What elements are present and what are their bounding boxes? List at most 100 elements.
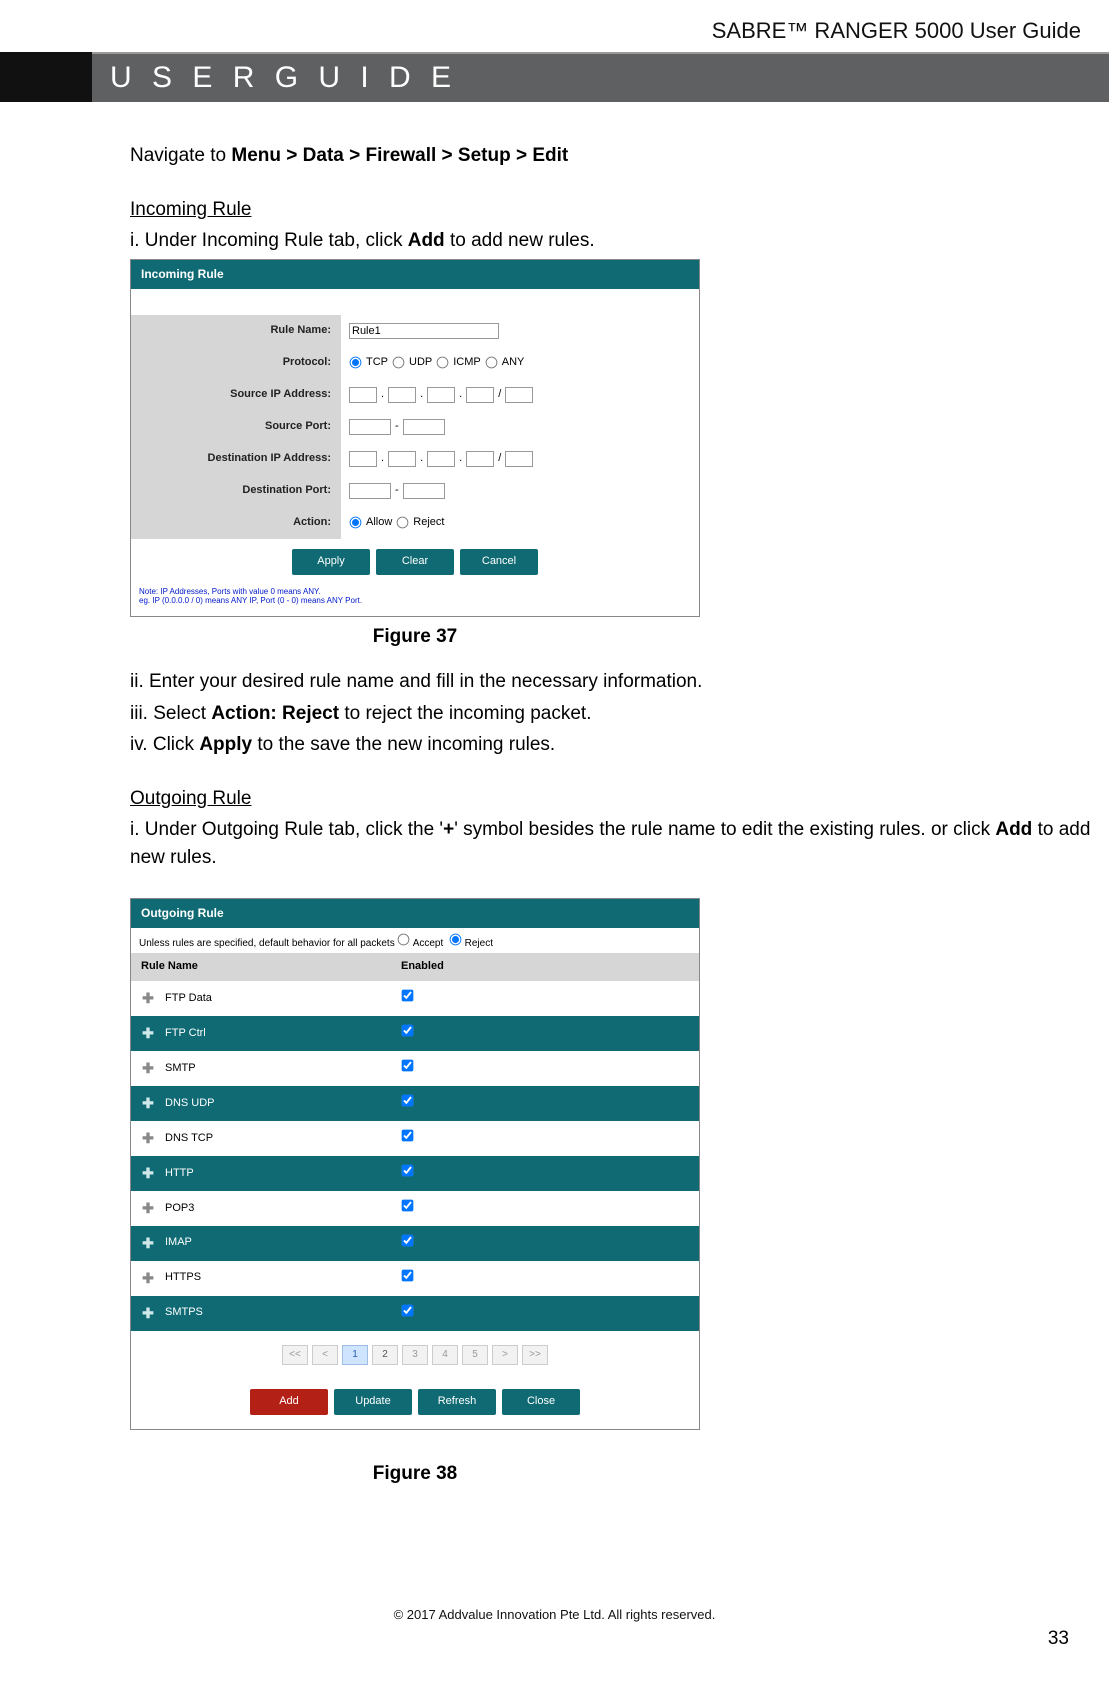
- src-ip-1[interactable]: [349, 387, 377, 403]
- pager-button[interactable]: >: [492, 1345, 518, 1365]
- incoming-step-iv: iv. Click Apply to the save the new inco…: [130, 731, 1099, 759]
- expand-icon[interactable]: ✚: [142, 1200, 154, 1216]
- default-behavior-note: Unless rules are specified, default beha…: [131, 928, 699, 954]
- incoming-step-iii: iii. Select Action: Reject to reject the…: [130, 700, 1099, 728]
- pager-button[interactable]: >>: [522, 1345, 548, 1365]
- cancel-button[interactable]: Cancel: [460, 549, 538, 575]
- banner-dark-block: [0, 52, 92, 102]
- close-button[interactable]: Close: [502, 1389, 580, 1415]
- label-src-ip: Source IP Address:: [131, 379, 341, 411]
- dst-ip-4[interactable]: [466, 451, 494, 467]
- dst-port-to[interactable]: [403, 483, 445, 499]
- dst-ip-3[interactable]: [427, 451, 455, 467]
- col-rule-name: Rule Name: [131, 953, 401, 981]
- copyright-footer: © 2017 Addvalue Innovation Pte Ltd. All …: [0, 1607, 1109, 1622]
- nav-prefix: Navigate to: [130, 145, 231, 166]
- clear-button[interactable]: Clear: [376, 549, 454, 575]
- protocol-options: TCP UDP ICMP ANY: [341, 347, 699, 379]
- pager-button[interactable]: 5: [462, 1345, 488, 1365]
- pager-button[interactable]: 2: [372, 1345, 398, 1365]
- table-row: ✚ POP3: [131, 1191, 699, 1226]
- banner-text: U S E R G U I D E: [110, 61, 457, 95]
- src-ip-4[interactable]: [466, 387, 494, 403]
- incoming-panel-title: Incoming Rule: [131, 260, 699, 289]
- proto-any-radio[interactable]: [485, 357, 497, 369]
- table-row: ✚ SMTP: [131, 1051, 699, 1086]
- expand-icon[interactable]: ✚: [142, 990, 154, 1006]
- doc-header-title: SABRE™ RANGER 5000 User Guide: [0, 0, 1109, 52]
- enabled-checkbox[interactable]: [402, 1304, 414, 1316]
- enabled-checkbox[interactable]: [402, 1130, 414, 1142]
- enabled-checkbox[interactable]: [402, 1025, 414, 1037]
- table-row: ✚HTTPS: [131, 1261, 699, 1296]
- enabled-checkbox[interactable]: [402, 1270, 414, 1282]
- table-row: ✚DNS TCP: [131, 1121, 699, 1156]
- expand-icon[interactable]: ✚: [142, 1060, 154, 1076]
- expand-icon[interactable]: ✚: [142, 1095, 154, 1111]
- pager-button[interactable]: 1: [342, 1345, 368, 1365]
- figure-38-caption: Figure 38: [130, 1460, 700, 1488]
- add-button[interactable]: Add: [250, 1389, 328, 1415]
- rule-name-input[interactable]: [349, 323, 499, 339]
- table-row: ✚ DNS UDP: [131, 1086, 699, 1121]
- update-button[interactable]: Update: [334, 1389, 412, 1415]
- proto-udp-radio[interactable]: [393, 357, 405, 369]
- pager-button[interactable]: 4: [432, 1345, 458, 1365]
- default-reject-radio[interactable]: [449, 934, 461, 946]
- incoming-step-ii: ii. Enter your desired rule name and fil…: [130, 668, 1099, 696]
- enabled-checkbox[interactable]: [402, 1060, 414, 1072]
- pager-button[interactable]: <: [312, 1345, 338, 1365]
- expand-icon[interactable]: ✚: [142, 1165, 154, 1181]
- src-ip-mask[interactable]: [505, 387, 533, 403]
- expand-icon[interactable]: ✚: [142, 1270, 154, 1286]
- default-accept-radio[interactable]: [398, 934, 410, 946]
- expand-icon[interactable]: ✚: [142, 1025, 154, 1041]
- pager-button[interactable]: <<: [282, 1345, 308, 1365]
- src-ip-3[interactable]: [427, 387, 455, 403]
- label-protocol: Protocol:: [131, 347, 341, 379]
- enabled-checkbox[interactable]: [402, 1200, 414, 1212]
- expand-icon[interactable]: ✚: [142, 1305, 154, 1321]
- label-action: Action:: [131, 507, 341, 539]
- proto-tcp-radio[interactable]: [350, 357, 362, 369]
- rule-name-cell: SMTP: [165, 1054, 401, 1084]
- rule-name-cell: SMTPS: [165, 1298, 401, 1328]
- label-dst-ip: Destination IP Address:: [131, 443, 341, 475]
- src-port-to[interactable]: [403, 419, 445, 435]
- dst-ip-mask[interactable]: [505, 451, 533, 467]
- table-row: ✚FTP Data: [131, 981, 699, 1016]
- enabled-checkbox[interactable]: [402, 990, 414, 1002]
- dst-port-from[interactable]: [349, 483, 391, 499]
- outgoing-heading: Outgoing Rule: [130, 785, 1099, 813]
- page-number: 33: [0, 1628, 1109, 1650]
- rule-name-cell: HTTP: [165, 1159, 401, 1189]
- table-row: ✚IMAP: [131, 1226, 699, 1261]
- label-src-port: Source Port:: [131, 411, 341, 443]
- incoming-heading: Incoming Rule: [130, 196, 1099, 224]
- apply-button[interactable]: Apply: [292, 549, 370, 575]
- src-port-from[interactable]: [349, 419, 391, 435]
- enabled-checkbox[interactable]: [402, 1165, 414, 1177]
- rule-name-cell: DNS UDP: [165, 1089, 401, 1119]
- dst-ip-1[interactable]: [349, 451, 377, 467]
- label-dst-port: Destination Port:: [131, 475, 341, 507]
- table-row: ✚FTP Ctrl: [131, 1016, 699, 1051]
- pager-button[interactable]: 3: [402, 1345, 428, 1365]
- expand-icon[interactable]: ✚: [142, 1130, 154, 1146]
- figure-37-caption: Figure 37: [130, 623, 700, 651]
- dst-ip-2[interactable]: [388, 451, 416, 467]
- note-text: Note: IP Addresses, Ports with value 0 m…: [131, 585, 699, 616]
- proto-icmp-radio[interactable]: [437, 357, 449, 369]
- expand-icon[interactable]: ✚: [142, 1235, 154, 1251]
- action-reject-radio[interactable]: [397, 517, 409, 529]
- figure-38-panel: Outgoing Rule Unless rules are specified…: [130, 898, 700, 1430]
- enabled-checkbox[interactable]: [402, 1095, 414, 1107]
- enabled-checkbox[interactable]: [402, 1235, 414, 1247]
- col-enabled: Enabled: [401, 953, 699, 981]
- rule-name-cell: POP3: [165, 1194, 401, 1224]
- nav-instruction: Navigate to Menu > Data > Firewall > Set…: [130, 142, 1099, 170]
- action-allow-radio[interactable]: [350, 517, 362, 529]
- refresh-button[interactable]: Refresh: [418, 1389, 496, 1415]
- src-ip-2[interactable]: [388, 387, 416, 403]
- label-rule-name: Rule Name:: [131, 315, 341, 347]
